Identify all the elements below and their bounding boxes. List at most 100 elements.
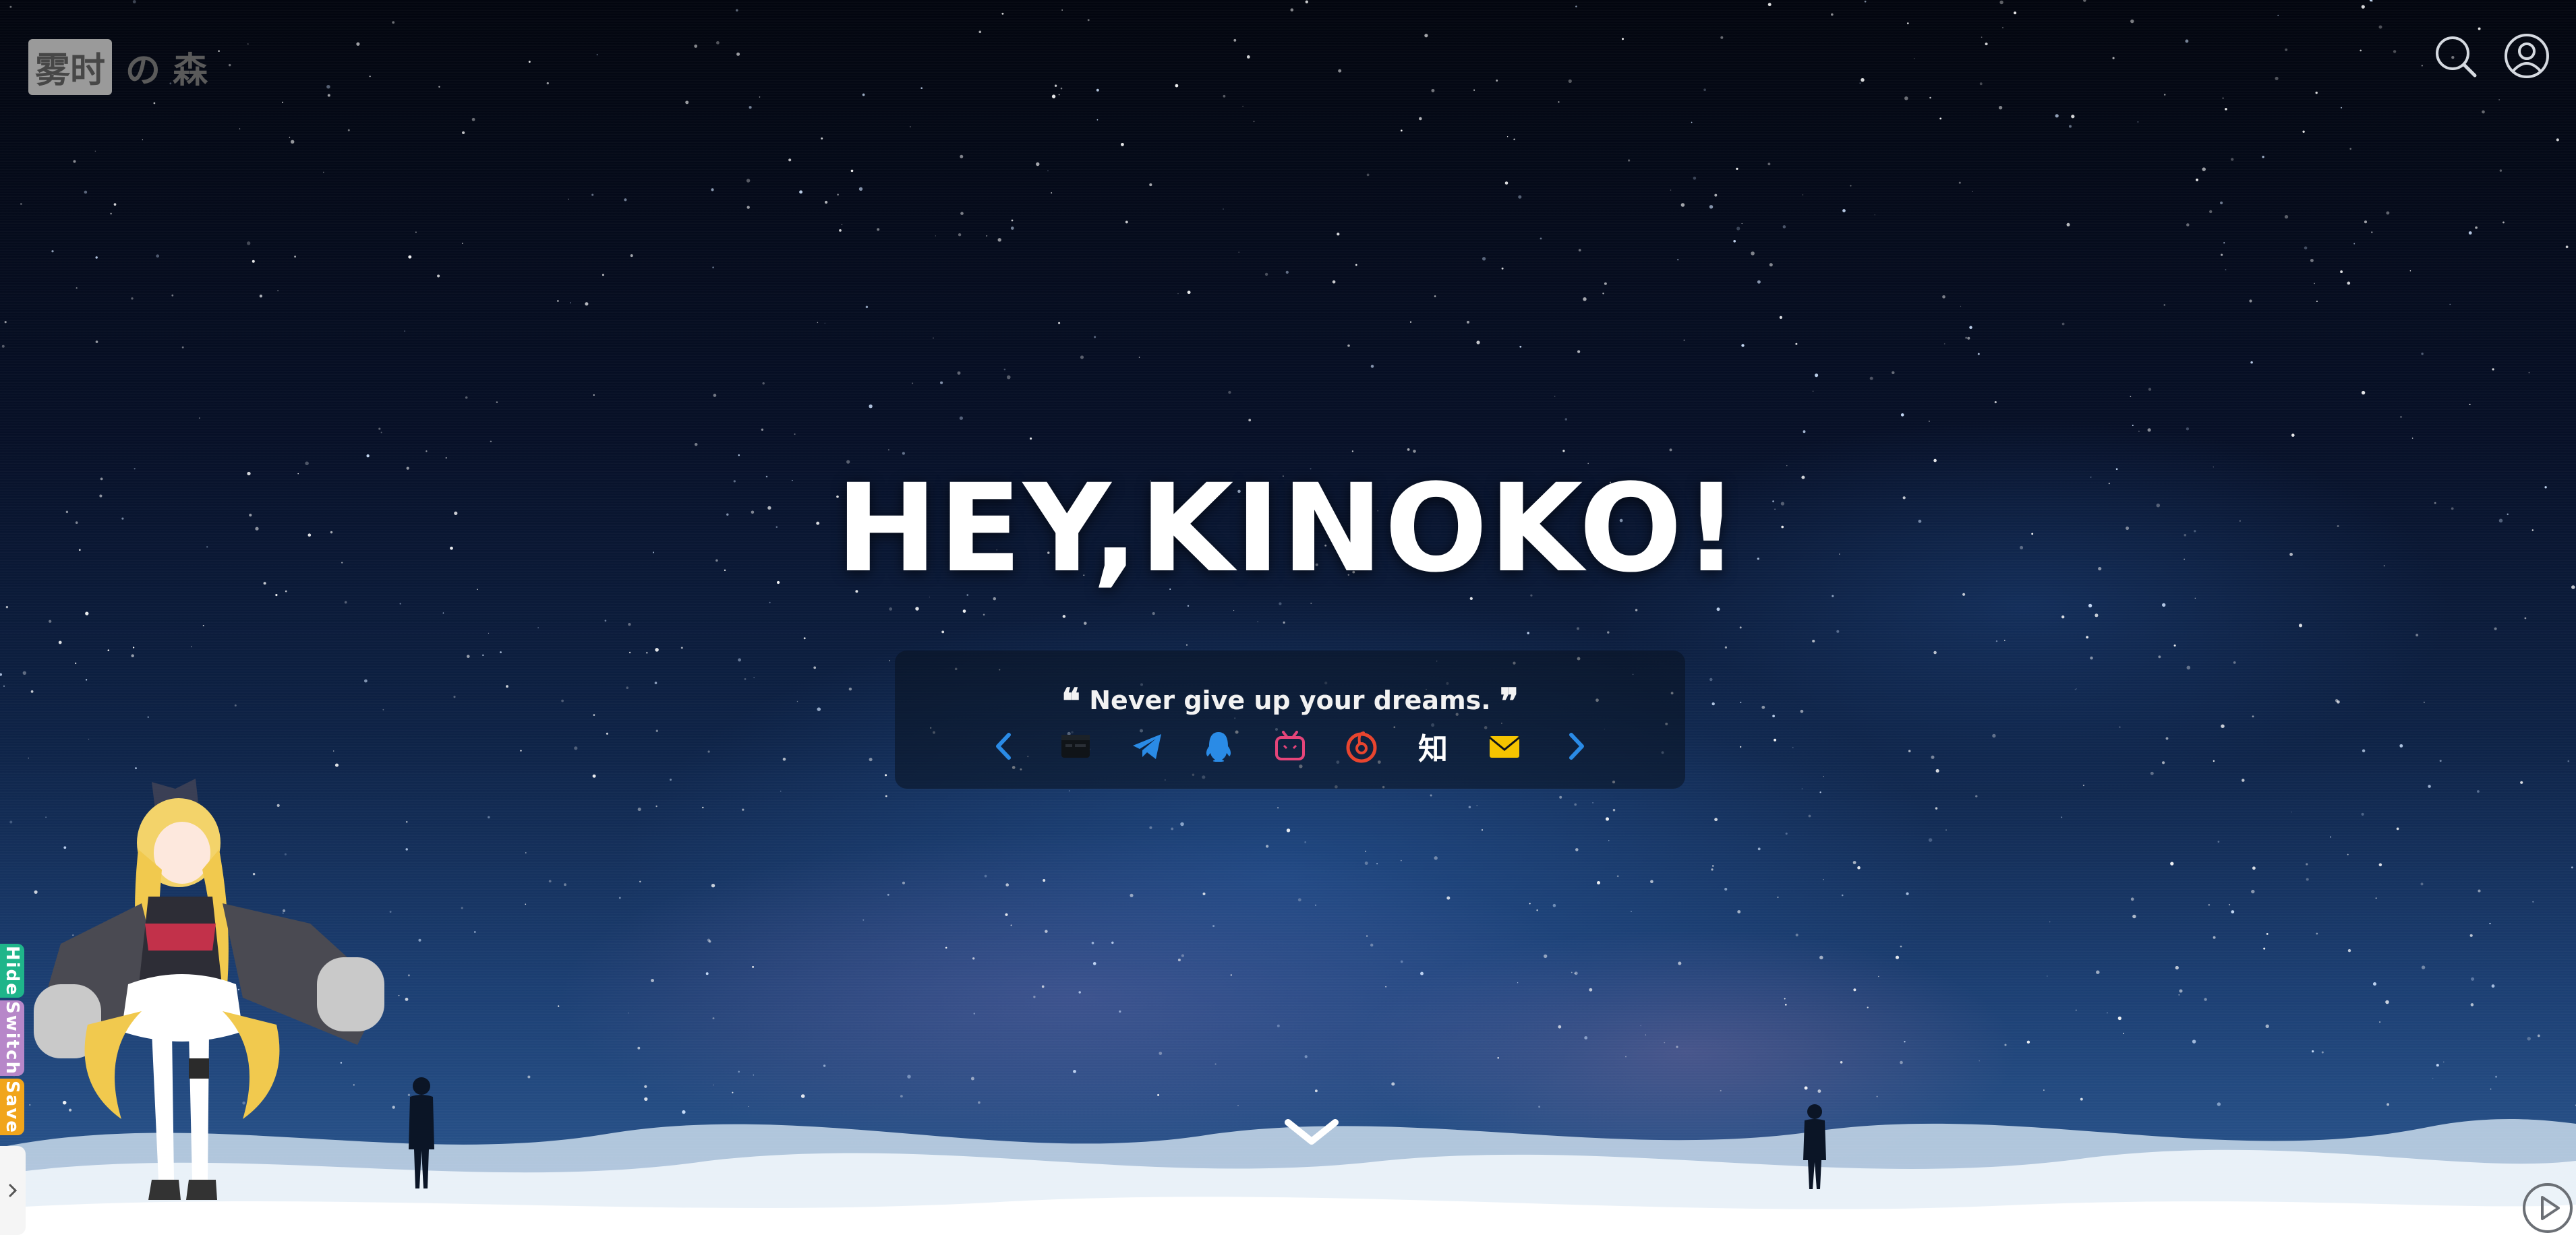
- star: [1238, 251, 1239, 253]
- hide-tab[interactable]: Hide: [0, 944, 24, 998]
- star: [1935, 769, 1939, 773]
- star: [2068, 125, 2072, 128]
- star: [711, 884, 715, 888]
- star: [252, 260, 255, 263]
- music-play-button[interactable]: [2521, 1181, 2575, 1235]
- star: [75, 662, 77, 665]
- star: [399, 603, 401, 605]
- star: [824, 200, 828, 204]
- star: [73, 160, 76, 163]
- qq-icon[interactable]: [1200, 728, 1237, 764]
- star: [2475, 226, 2478, 229]
- save-tab[interactable]: Save: [0, 1079, 24, 1135]
- star: [1574, 971, 1578, 975]
- netease-music-icon[interactable]: [1343, 728, 1380, 764]
- user-icon[interactable]: [2503, 32, 2550, 80]
- star: [912, 382, 914, 384]
- star: [1892, 371, 1895, 374]
- star: [2242, 779, 2245, 782]
- star: [1736, 167, 1738, 171]
- star: [1737, 910, 1741, 913]
- star: [2230, 158, 2234, 161]
- scroll-down-icon[interactable]: [1281, 1116, 1342, 1149]
- star: [1714, 818, 1718, 822]
- search-icon[interactable]: [2432, 32, 2479, 80]
- star: [1943, 343, 1945, 344]
- star: [1578, 249, 1581, 251]
- star: [2449, 303, 2451, 305]
- chevron-left-icon[interactable]: [986, 728, 1022, 764]
- switch-tab[interactable]: Switch: [0, 1000, 24, 1076]
- star: [1939, 117, 1942, 120]
- star: [570, 302, 571, 304]
- star: [2302, 130, 2305, 133]
- bilibili-icon[interactable]: [1272, 728, 1308, 764]
- star: [1867, 1006, 1869, 1008]
- star: [1096, 88, 1099, 92]
- star: [1711, 702, 1715, 706]
- star: [1942, 295, 1945, 299]
- star: [1430, 794, 1432, 797]
- star: [1540, 237, 1542, 240]
- star: [1033, 996, 1036, 998]
- star: [628, 651, 631, 654]
- site-logo[interactable]: 雾时 の 森: [28, 38, 208, 95]
- star: [5, 605, 9, 609]
- star: [171, 294, 174, 297]
- star: [1504, 181, 1509, 185]
- star: [453, 696, 456, 698]
- star: [4, 321, 7, 324]
- star: [408, 255, 412, 259]
- star: [1757, 280, 1761, 284]
- star: [2421, 65, 2423, 67]
- star: [1466, 320, 1470, 324]
- star: [2315, 91, 2318, 94]
- star: [334, 763, 339, 767]
- star: [887, 893, 889, 896]
- star: [1724, 887, 1728, 891]
- star: [650, 978, 655, 983]
- star: [645, 651, 648, 654]
- star: [1808, 814, 1811, 818]
- star: [1041, 985, 1045, 988]
- star: [869, 404, 873, 409]
- star: [110, 212, 112, 215]
- star: [1265, 845, 1269, 848]
- star: [869, 758, 873, 762]
- zhihu-icon[interactable]: 知: [1415, 728, 1451, 766]
- telegram-icon[interactable]: [1129, 728, 1165, 764]
- star: [1757, 847, 1761, 851]
- star: [344, 601, 347, 604]
- star: [1625, 1056, 1627, 1058]
- star: [366, 454, 370, 458]
- star: [1562, 450, 1565, 452]
- star: [2217, 841, 2220, 843]
- star: [862, 919, 865, 921]
- email-icon[interactable]: [1486, 728, 1523, 764]
- star: [978, 30, 982, 34]
- star: [574, 746, 578, 750]
- sidebar-expand-button[interactable]: [0, 1146, 26, 1235]
- star: [2251, 889, 2255, 894]
- star: [1769, 263, 1773, 267]
- star: [702, 806, 704, 809]
- github-icon[interactable]: [1057, 728, 1094, 764]
- logo-text: の 森: [125, 49, 208, 91]
- star: [132, 646, 135, 649]
- star: [380, 431, 382, 433]
- star: [2130, 19, 2134, 24]
- star: [593, 394, 595, 396]
- star: [1337, 233, 1340, 236]
- star: [1177, 959, 1181, 961]
- star: [1795, 933, 1798, 937]
- star: [850, 169, 854, 173]
- star: [2096, 970, 2100, 974]
- star: [1975, 795, 1978, 797]
- chevron-right-icon[interactable]: [1558, 728, 1594, 764]
- star: [1092, 962, 1096, 965]
- star: [1087, 19, 1090, 22]
- star: [1831, 13, 1834, 16]
- star: [1709, 677, 1713, 682]
- star: [2225, 108, 2227, 111]
- star: [2192, 1040, 2196, 1044]
